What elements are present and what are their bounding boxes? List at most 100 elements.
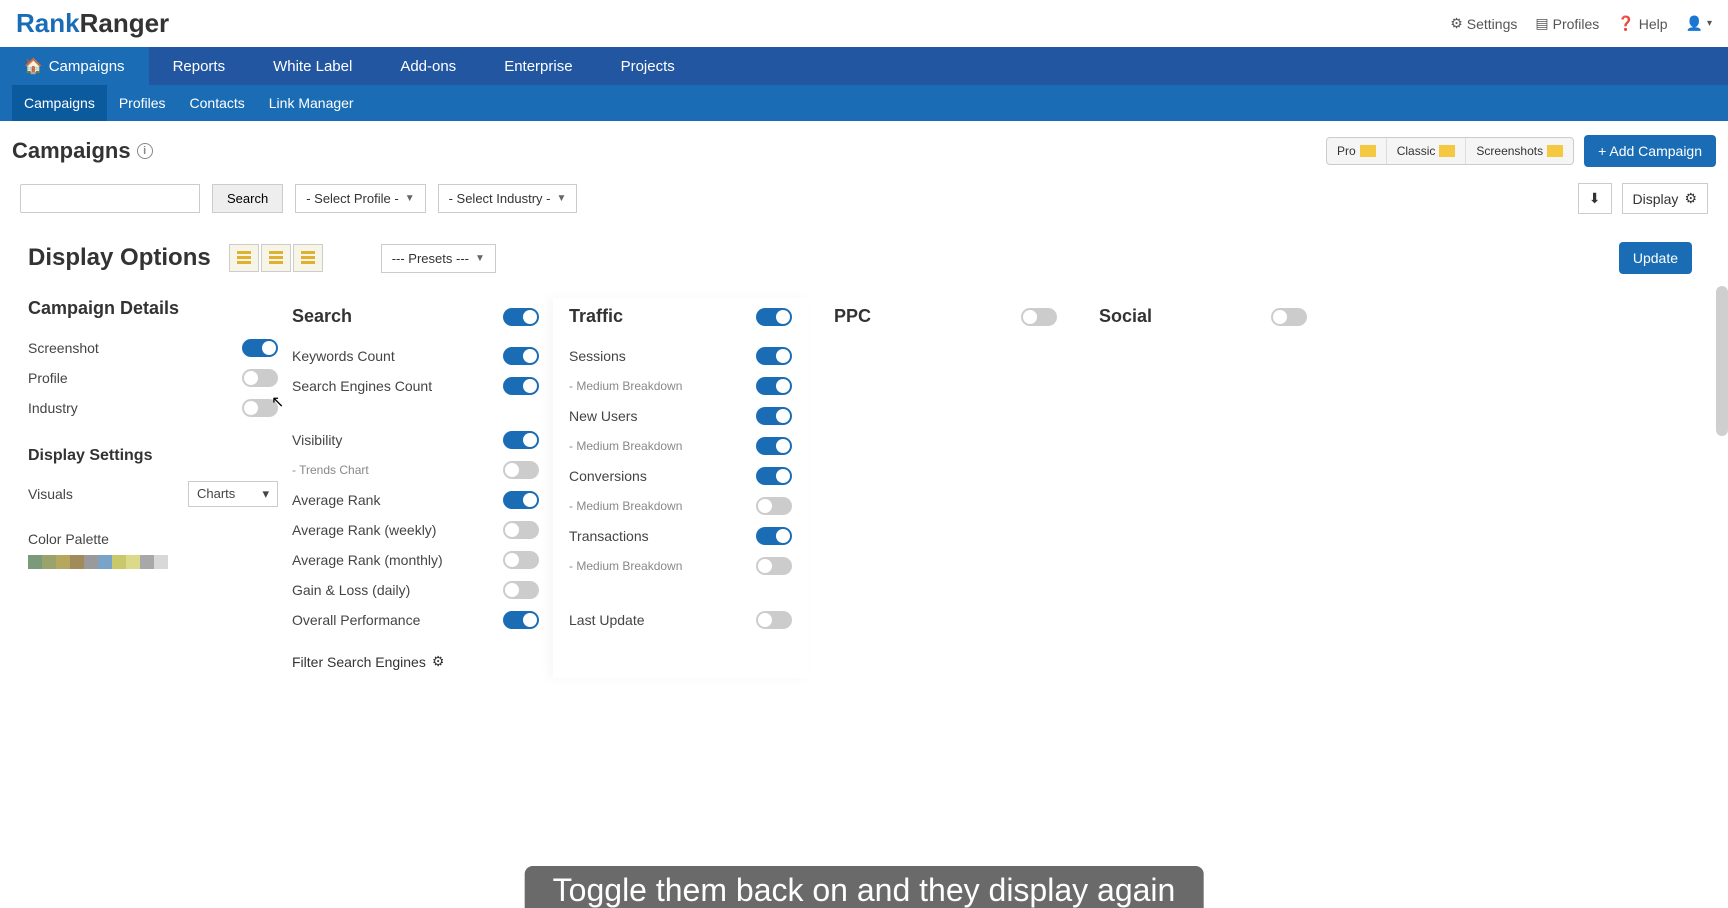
palette-color[interactable] [56, 555, 70, 569]
toggle-gain-loss-daily-[interactable] [503, 581, 539, 599]
toggle-ppc[interactable] [1021, 308, 1057, 326]
nav-projects[interactable]: Projects [597, 47, 699, 85]
toggle-medium-breakdown[interactable] [756, 497, 792, 515]
nav-campaigns[interactable]: 🏠Campaigns [0, 47, 149, 85]
search-row: Visibility [292, 425, 539, 455]
toggle-medium-breakdown[interactable] [756, 437, 792, 455]
gear-icon[interactable]: ⚙ [432, 653, 445, 670]
toggle-keywords-count[interactable] [503, 347, 539, 365]
select-label: - Select Profile - [306, 191, 398, 206]
toggle-social[interactable] [1271, 308, 1307, 326]
toggle-transactions[interactable] [756, 527, 792, 545]
search-label: Average Rank (weekly) [292, 522, 436, 538]
swatch-icon [1439, 145, 1455, 157]
toggle-medium-breakdown[interactable] [756, 377, 792, 395]
subnav-campaigns[interactable]: Campaigns [12, 85, 107, 121]
visuals-select[interactable]: Charts▾ [188, 481, 278, 507]
toggle-conversions[interactable] [756, 467, 792, 485]
toggle-new-users[interactable] [756, 407, 792, 425]
view-label: Screenshots [1476, 144, 1543, 158]
search-row: Average Rank (monthly) [292, 545, 539, 575]
search-label: Overall Performance [292, 612, 420, 628]
search-row: Average Rank (weekly) [292, 515, 539, 545]
help-icon: ❓ [1617, 15, 1634, 32]
user-menu[interactable]: 👤▾ [1686, 15, 1712, 32]
palette-color[interactable] [28, 555, 42, 569]
toggle-industry[interactable] [242, 399, 278, 417]
nav-enterprise[interactable]: Enterprise [480, 47, 596, 85]
scrollbar[interactable] [1716, 286, 1728, 436]
palette-color[interactable] [98, 555, 112, 569]
toggle-sessions[interactable] [756, 347, 792, 365]
palette-color[interactable] [84, 555, 98, 569]
view-classic[interactable]: Classic [1386, 138, 1466, 164]
profiles-link[interactable]: ▤Profiles [1535, 15, 1599, 32]
app-header: RankRanger ⚙Settings ▤Profiles ❓Help 👤▾ [0, 0, 1728, 47]
update-button[interactable]: Update [1619, 242, 1692, 274]
display-settings-title: Display Settings [28, 447, 278, 465]
col-search: Search Keywords CountSearch Engines Coun… [288, 298, 543, 678]
subnav-link-manager[interactable]: Link Manager [257, 85, 366, 121]
page-title: Campaigns i [12, 138, 153, 164]
view-pro[interactable]: Pro [1327, 138, 1386, 164]
layout-2[interactable] [261, 244, 291, 272]
toggle-last-update[interactable] [756, 611, 792, 629]
add-campaign-button[interactable]: + Add Campaign [1584, 135, 1716, 167]
toggle-screenshot[interactable] [242, 339, 278, 357]
color-palette[interactable] [28, 555, 278, 569]
toggle-traffic[interactable] [756, 308, 792, 326]
caret-down-icon: ▾ [1707, 18, 1712, 29]
top-links: ⚙Settings ▤Profiles ❓Help 👤▾ [1450, 15, 1712, 32]
help-link[interactable]: ❓Help [1617, 15, 1667, 32]
toggle-average-rank-monthly-[interactable] [503, 551, 539, 569]
toggle-profile[interactable] [242, 369, 278, 387]
palette-color[interactable] [140, 555, 154, 569]
download-button[interactable]: ⬇ [1578, 183, 1612, 214]
layout-3[interactable] [293, 244, 323, 272]
filter-right: ⬇ Display⚙ [1578, 183, 1708, 214]
nav-white-label[interactable]: White Label [249, 47, 376, 85]
toggle-visibility[interactable] [503, 431, 539, 449]
search-label: Average Rank [292, 492, 380, 508]
layout-1[interactable] [229, 244, 259, 272]
search-button[interactable]: Search [212, 184, 283, 213]
video-caption: Toggle them back on and they display aga… [525, 866, 1204, 908]
toggle-trends-chart[interactable] [503, 461, 539, 479]
presets-select[interactable]: --- Presets --- ▼ [381, 244, 496, 273]
palette-color[interactable] [42, 555, 56, 569]
toggle-search-engines-count[interactable] [503, 377, 539, 395]
nav-addons[interactable]: Add-ons [376, 47, 480, 85]
toggle-search[interactable] [503, 308, 539, 326]
search-row: Trends Chart [292, 455, 539, 485]
traffic-label: Conversions [569, 468, 647, 484]
filter-se-row: Filter Search Engines ⚙ [292, 653, 539, 670]
info-icon[interactable]: i [137, 143, 153, 159]
subnav-profiles[interactable]: Profiles [107, 85, 178, 121]
palette-color[interactable] [154, 555, 168, 569]
toggle-average-rank-weekly-[interactable] [503, 521, 539, 539]
gear-icon: ⚙ [1684, 190, 1697, 207]
toggle-average-rank[interactable] [503, 491, 539, 509]
traffic-label: Medium Breakdown [569, 439, 682, 453]
traffic-row: Medium Breakdown [569, 371, 792, 401]
search-label: Visibility [292, 432, 342, 448]
display-button[interactable]: Display⚙ [1622, 183, 1708, 214]
toggle-medium-breakdown[interactable] [756, 557, 792, 575]
traffic-row: New Users [569, 401, 792, 431]
palette-color[interactable] [126, 555, 140, 569]
toggle-overall-performance[interactable] [503, 611, 539, 629]
subnav-contacts[interactable]: Contacts [178, 85, 257, 121]
settings-link[interactable]: ⚙Settings [1450, 15, 1517, 32]
caret-down-icon: ▼ [475, 253, 485, 264]
col-traffic: Traffic SessionsMedium BreakdownNew User… [553, 298, 808, 678]
presets-label: --- Presets --- [392, 251, 469, 266]
select-industry[interactable]: - Select Industry -▼ [438, 184, 578, 213]
nav-reports[interactable]: Reports [149, 47, 250, 85]
palette-color[interactable] [112, 555, 126, 569]
view-screenshots[interactable]: Screenshots [1465, 138, 1573, 164]
page-head: Campaigns i Pro Classic Screenshots + Ad… [0, 121, 1728, 175]
search-row: Average Rank [292, 485, 539, 515]
palette-color[interactable] [70, 555, 84, 569]
search-input[interactable] [20, 184, 200, 213]
select-profile[interactable]: - Select Profile -▼ [295, 184, 425, 213]
